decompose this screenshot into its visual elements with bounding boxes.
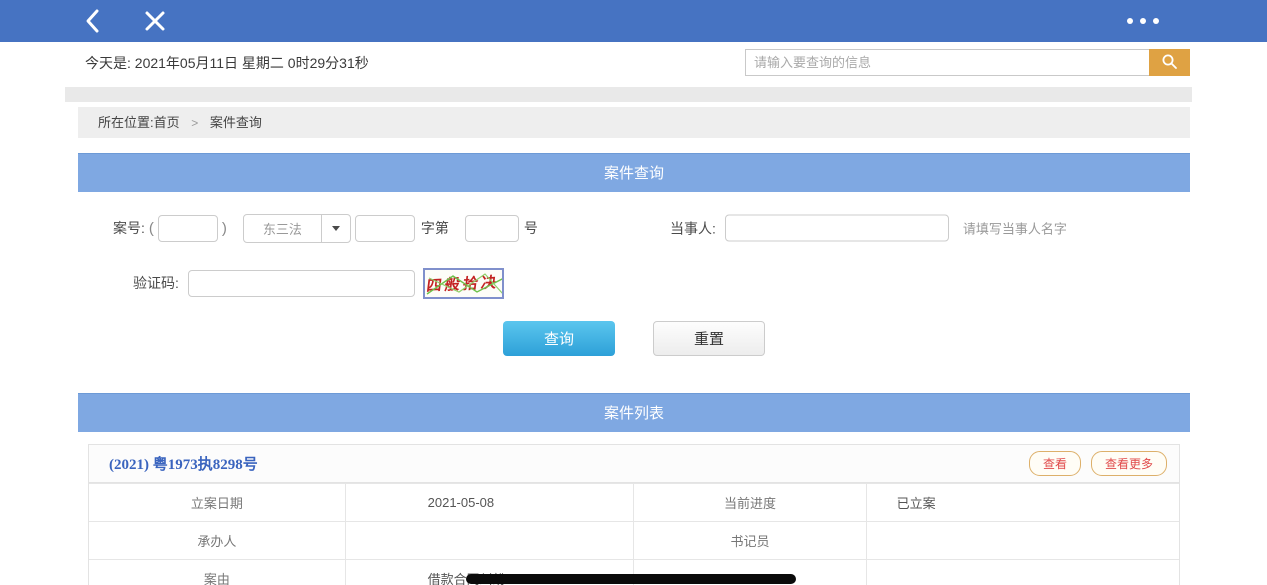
case-mid-label: 字第 — [420, 220, 449, 236]
case-number-row: 案号: ( ) 东三法 字第 号 当事人: 请填写当事人名字 — [78, 213, 1190, 243]
case-card: (2021) 粤1973执8298号 查看 查看更多 立案日期 2021-05-… — [88, 444, 1180, 585]
table-row: 承办人 书记员 — [89, 521, 1179, 560]
view-more-button[interactable]: 查看更多 — [1090, 451, 1167, 476]
top-navigation-bar — [0, 0, 1267, 42]
field-value: 借款合同纠纷 — [344, 559, 796, 585]
field-value: 2021-05-08 — [344, 483, 635, 522]
field-value — [344, 521, 635, 560]
more-menu-icon[interactable] — [1127, 0, 1159, 42]
case-detail-table: 立案日期 2021-05-08 当前进度 已立案 承办人 书记员 案由 借款合同… — [89, 483, 1179, 585]
back-icon[interactable] — [84, 0, 101, 42]
open-paren: ( — [148, 219, 154, 237]
date-search-row: 今天是: 2021年05月11日 星期二 0时29分31秒 — [78, 49, 1190, 76]
party-label: 当事人: — [670, 220, 716, 236]
case-year-input[interactable] — [157, 214, 218, 242]
court-select[interactable]: 东三法 — [242, 213, 351, 243]
form-actions: 查询 重置 — [78, 321, 1190, 356]
field-value — [865, 521, 1179, 560]
chevron-down-icon[interactable] — [320, 214, 350, 242]
page-content: 今天是: 2021年05月11日 星期二 0时29分31秒 所在位置:首页 > … — [65, 49, 1192, 585]
captcha-row: 验证码: 四般拾决 — [78, 267, 1190, 299]
close-icon[interactable] — [144, 0, 166, 42]
view-button[interactable]: 查看 — [1028, 451, 1081, 476]
captcha-input[interactable] — [187, 269, 415, 297]
court-select-value: 东三法 — [262, 221, 302, 237]
search-button[interactable] — [1149, 49, 1190, 76]
captcha-noise-lines — [426, 272, 502, 295]
case-seq-input[interactable] — [464, 214, 519, 242]
case-query-section-title: 案件查询 — [78, 153, 1190, 192]
table-row: 立案日期 2021-05-08 当前进度 已立案 — [89, 483, 1179, 522]
field-label: 案由 — [89, 559, 346, 585]
party-hint-text: 请填写当事人名字 — [962, 221, 1067, 237]
redaction-bar — [465, 573, 796, 584]
search-icon — [1161, 53, 1178, 73]
breadcrumb-separator: > — [191, 116, 199, 130]
field-label: 承办人 — [89, 521, 346, 560]
case-actions: 查看 查看更多 — [1028, 451, 1167, 476]
search-input[interactable] — [745, 49, 1149, 76]
reset-button[interactable]: 重置 — [653, 321, 765, 356]
field-label: 立案日期 — [89, 483, 346, 522]
close-paren: ) — [221, 219, 227, 237]
party-group: 当事人: 请填写当事人名字 — [670, 214, 1067, 242]
case-number-label: 案号: — [113, 220, 145, 236]
party-name-input[interactable] — [724, 214, 949, 242]
case-list-section-title: 案件列表 — [78, 393, 1190, 432]
global-search — [745, 49, 1190, 76]
breadcrumb: 所在位置:首页 > 案件查询 — [78, 107, 1190, 138]
query-submit-button[interactable]: 查询 — [503, 321, 615, 356]
field-label: 书记员 — [633, 521, 867, 560]
breadcrumb-current: 案件查询 — [209, 115, 262, 130]
field-value — [865, 559, 1179, 585]
current-date-text: 今天是: 2021年05月11日 星期二 0时29分31秒 — [85, 54, 369, 71]
divider-bar — [65, 87, 1192, 102]
field-value: 已立案 — [865, 483, 1179, 522]
captcha-image[interactable]: 四般拾决 — [422, 267, 504, 299]
case-number-title[interactable]: (2021) 粤1973执8298号 — [109, 453, 258, 474]
case-type-input[interactable] — [354, 214, 415, 242]
field-label: 当前进度 — [633, 483, 867, 522]
captcha-label: 验证码: — [133, 275, 179, 291]
breadcrumb-location[interactable]: 所在位置:首页 — [98, 115, 180, 130]
table-row: 案由 借款合同纠纷 — [89, 559, 1179, 585]
case-suffix-label: 号 — [523, 220, 538, 236]
case-title-row: (2021) 粤1973执8298号 查看 查看更多 — [89, 445, 1179, 483]
